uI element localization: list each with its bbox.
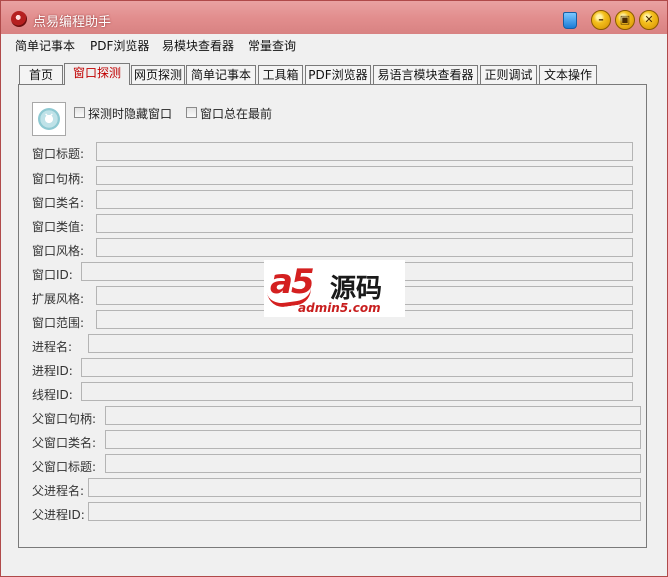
tab-web-probe[interactable]: 网页探测: [131, 65, 185, 84]
window-class-value-label: 窗口类值:: [32, 220, 85, 234]
always-on-top-label: 窗口总在最前: [200, 107, 273, 121]
window-title-field[interactable]: [96, 142, 633, 161]
window-id-label: 窗口ID:: [32, 268, 73, 282]
ex-style-label: 扩展风格:: [32, 292, 85, 306]
menu-pdf-browser[interactable]: PDF浏览器: [90, 37, 149, 54]
window-title-label: 窗口标题:: [32, 147, 85, 161]
tab-notepad[interactable]: 简单记事本: [186, 65, 256, 84]
watermark-brand-cn: 源码: [330, 274, 383, 304]
parent-process-id-field[interactable]: [88, 502, 641, 521]
window-class-field[interactable]: [96, 190, 633, 209]
window-title: 点易编程助手: [33, 15, 112, 30]
window-style-field[interactable]: [96, 238, 633, 257]
tab-strip: 首页 窗口探测 网页探测 简单记事本 工具箱 PDF浏览器 易语言模块查看器 正…: [19, 63, 649, 85]
process-id-field[interactable]: [81, 358, 633, 377]
process-name-field[interactable]: [88, 334, 633, 353]
tab-regex-debug[interactable]: 正则调试: [480, 65, 537, 84]
watermark-logo: a5 源码 admin5.com: [264, 260, 405, 317]
tab-pdf-browser[interactable]: PDF浏览器: [305, 65, 371, 84]
parent-handle-field[interactable]: [105, 406, 641, 425]
menu-bar: 简单记事本 PDF浏览器 易模块查看器 常量查询: [1, 35, 667, 53]
parent-title-field[interactable]: [105, 454, 641, 473]
hide-when-probing-label: 探测时隐藏窗口: [88, 107, 173, 121]
always-on-top-checkbox[interactable]: [186, 107, 197, 118]
tab-home[interactable]: 首页: [19, 65, 63, 84]
watermark-url: admin5.com: [298, 301, 381, 315]
parent-class-label: 父窗口类名:: [32, 436, 97, 450]
tab-text-ops[interactable]: 文本操作: [539, 65, 597, 84]
parent-title-label: 父窗口标题:: [32, 460, 97, 474]
maximize-icon: ▣: [619, 13, 631, 26]
parent-process-id-label: 父进程ID:: [32, 508, 85, 522]
crosshair-probe-icon[interactable]: ✕: [32, 102, 66, 136]
close-button[interactable]: ✕: [639, 10, 659, 30]
parent-process-name-field[interactable]: [88, 478, 641, 497]
parent-handle-label: 父窗口句柄:: [32, 412, 97, 426]
parent-class-field[interactable]: [105, 430, 641, 449]
thread-id-label: 线程ID:: [32, 388, 73, 402]
window-handle-field[interactable]: [96, 166, 633, 185]
hide-when-probing-checkbox[interactable]: [74, 107, 85, 118]
app-window: 点易编程助手 – ▣ ✕ 简单记事本 PDF浏览器 易模块查看器 常量查询 首页…: [0, 0, 668, 577]
window-class-value-field[interactable]: [96, 214, 633, 233]
maximize-button[interactable]: ▣: [615, 10, 635, 30]
tab-toolbox[interactable]: 工具箱: [258, 65, 303, 84]
minimize-button[interactable]: –: [591, 10, 611, 30]
tab-module-viewer[interactable]: 易语言模块查看器: [373, 65, 478, 84]
probe-cross: ✕: [43, 111, 55, 126]
skin-cup-icon[interactable]: [563, 12, 577, 29]
minimize-icon: –: [598, 13, 604, 26]
process-name-label: 进程名:: [32, 340, 73, 354]
menu-module-viewer[interactable]: 易模块查看器: [162, 37, 234, 54]
menu-notepad[interactable]: 简单记事本: [15, 37, 75, 54]
thread-id-field[interactable]: [81, 382, 633, 401]
process-id-label: 进程ID:: [32, 364, 73, 378]
app-logo-icon: [11, 11, 27, 27]
window-class-label: 窗口类名:: [32, 196, 85, 210]
close-icon: ✕: [644, 13, 654, 26]
tab-window-probe[interactable]: 窗口探测: [64, 63, 130, 85]
window-style-label: 窗口风格:: [32, 244, 85, 258]
title-bar[interactable]: 点易编程助手 – ▣ ✕: [1, 1, 667, 34]
parent-process-name-label: 父进程名:: [32, 484, 85, 498]
window-handle-label: 窗口句柄:: [32, 172, 85, 186]
menu-constant-query[interactable]: 常量查询: [248, 37, 296, 54]
window-rect-label: 窗口范围:: [32, 316, 85, 330]
